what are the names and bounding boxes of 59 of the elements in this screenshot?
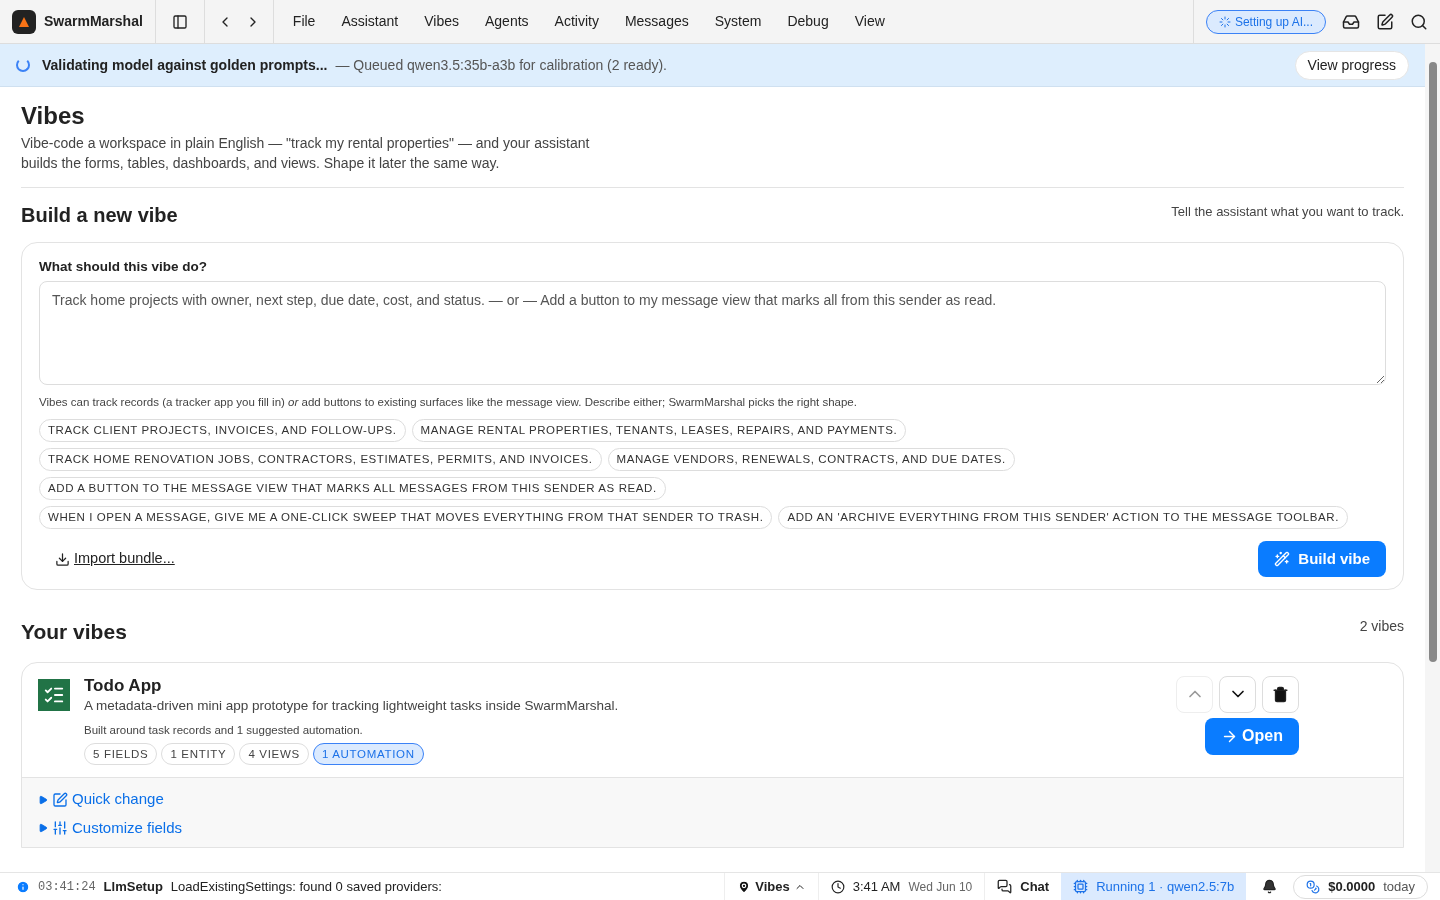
section-title: Build a new vibe bbox=[21, 202, 178, 228]
app-name: SwarmMarshal bbox=[44, 12, 143, 31]
section-hint: Tell the assistant what you want to track. bbox=[1171, 203, 1404, 221]
open-button[interactable]: Open bbox=[1205, 717, 1299, 755]
menu-item[interactable]: Activity bbox=[543, 11, 610, 32]
vibe-description-field[interactable]: Track home projects with owner, next step, due date, cost, and status. — or — Add a button to my message view that marks all from this sender as read. bbox=[39, 280, 1386, 385]
edit-icon bbox=[52, 791, 68, 808]
checklist-icon bbox=[38, 678, 70, 711]
clock-time: 3:41 AM bbox=[852, 877, 901, 896]
page-title: Vibes bbox=[21, 101, 86, 131]
coins-icon bbox=[1306, 879, 1321, 894]
menu-item[interactable]: Assistant bbox=[330, 11, 410, 32]
field-label: What should this vibe do? bbox=[39, 257, 208, 276]
running-status-button[interactable]: Running 1 · qwen2.5:7b bbox=[1061, 873, 1247, 900]
import-bundle-link[interactable]: Import bundle... bbox=[55, 548, 175, 570]
menu-item[interactable]: View bbox=[843, 11, 896, 32]
vibe-count: 2 vibes bbox=[1359, 617, 1404, 636]
menu-item[interactable]: System bbox=[703, 11, 773, 32]
section-title: Your vibes bbox=[21, 619, 127, 645]
log-message: LoadExistingSettings: found 0 saved providers: bbox=[170, 877, 442, 896]
clock-icon bbox=[830, 879, 845, 894]
menu-item[interactable]: Debug bbox=[776, 11, 840, 32]
map-pin-icon bbox=[737, 879, 752, 894]
magic-wand-icon bbox=[1274, 551, 1291, 567]
setup-status-pill[interactable]: Setting up AI... bbox=[1205, 9, 1326, 34]
vibe-summary: Built around task records and 1 suggested automation. bbox=[84, 723, 364, 738]
vibe-description: A metadata-driven mini app prototype for tracking lightweight tasks inside SwarmMarshal. bbox=[84, 696, 620, 715]
expandable-section[interactable]: Quick change bbox=[38, 788, 1387, 811]
build-vibe-button[interactable]: Build vibe bbox=[1258, 541, 1386, 577]
banner-title: Validating model against golden prompts... bbox=[42, 55, 328, 75]
menu-item[interactable]: Messages bbox=[613, 11, 700, 32]
compose-icon[interactable] bbox=[1376, 12, 1394, 31]
view-progress-button[interactable]: View progress bbox=[1294, 50, 1409, 80]
info-icon bbox=[16, 879, 30, 894]
notification-icon[interactable] bbox=[1262, 879, 1278, 894]
app-logo-icon bbox=[12, 9, 36, 34]
scrollbar-thumb[interactable] bbox=[1428, 62, 1437, 662]
page-intro: Vibe-code a workspace in plain English — "track my rental properties" — and your assistant builds the forms, tables, dashboards, and views. Shape it later the same way. bbox=[21, 134, 591, 173]
search-icon[interactable] bbox=[1410, 12, 1428, 31]
menu-item[interactable]: Agents bbox=[474, 11, 540, 32]
chat-icon bbox=[997, 879, 1013, 894]
help-text: Vibes can track records (a tracker app you fill in) or add buttons to existing surfaces like the message view. Describe either; SwarmMarshal picks the right shape. bbox=[39, 394, 858, 410]
log-source: LlmSetup bbox=[103, 877, 163, 896]
count-tag: 1 AUTOMATION bbox=[312, 743, 424, 766]
location-button[interactable]: Vibes bbox=[724, 873, 818, 900]
log-time: 03:41:24 bbox=[38, 878, 96, 896]
delete-button[interactable] bbox=[1262, 675, 1299, 713]
banner-detail: — Queued qwen3.5:35b-a3b for calibration (2 ready). bbox=[335, 55, 667, 75]
clock-date: Wed Jun 10 bbox=[908, 878, 973, 896]
spinner-icon bbox=[1218, 15, 1231, 28]
vibe-name: Todo App bbox=[84, 674, 163, 696]
menu-item[interactable]: Vibes bbox=[413, 11, 470, 32]
expandable-section[interactable]: Customize fields bbox=[38, 816, 1387, 840]
trash-icon bbox=[1272, 685, 1289, 703]
inbox-icon[interactable] bbox=[1342, 12, 1360, 31]
cpu-icon bbox=[1073, 879, 1089, 894]
sliders-icon bbox=[52, 820, 68, 836]
menu-item[interactable]: File bbox=[281, 11, 327, 32]
download-icon bbox=[55, 551, 70, 567]
